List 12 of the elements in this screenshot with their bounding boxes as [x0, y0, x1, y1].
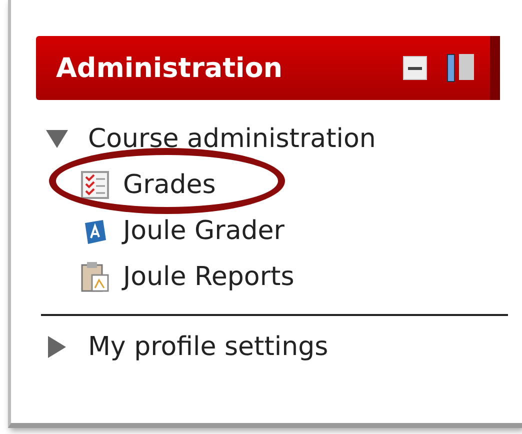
- tree-node[interactable]: My profile settings: [88, 332, 328, 362]
- checklist-icon: [80, 170, 110, 200]
- collapse-icon[interactable]: [46, 130, 68, 148]
- block-title: Administration: [56, 52, 284, 84]
- minimize-icon[interactable]: [403, 56, 427, 80]
- tree-link[interactable]: Joule Reports: [123, 262, 294, 292]
- tree-node[interactable]: Course administration: [88, 124, 376, 154]
- tree-link[interactable]: Joule Grader: [123, 216, 284, 246]
- tree-link[interactable]: Grades: [123, 170, 216, 200]
- clipboard-icon: [80, 261, 110, 293]
- expand-icon[interactable]: [48, 336, 66, 358]
- dock-icon[interactable]: [447, 54, 474, 82]
